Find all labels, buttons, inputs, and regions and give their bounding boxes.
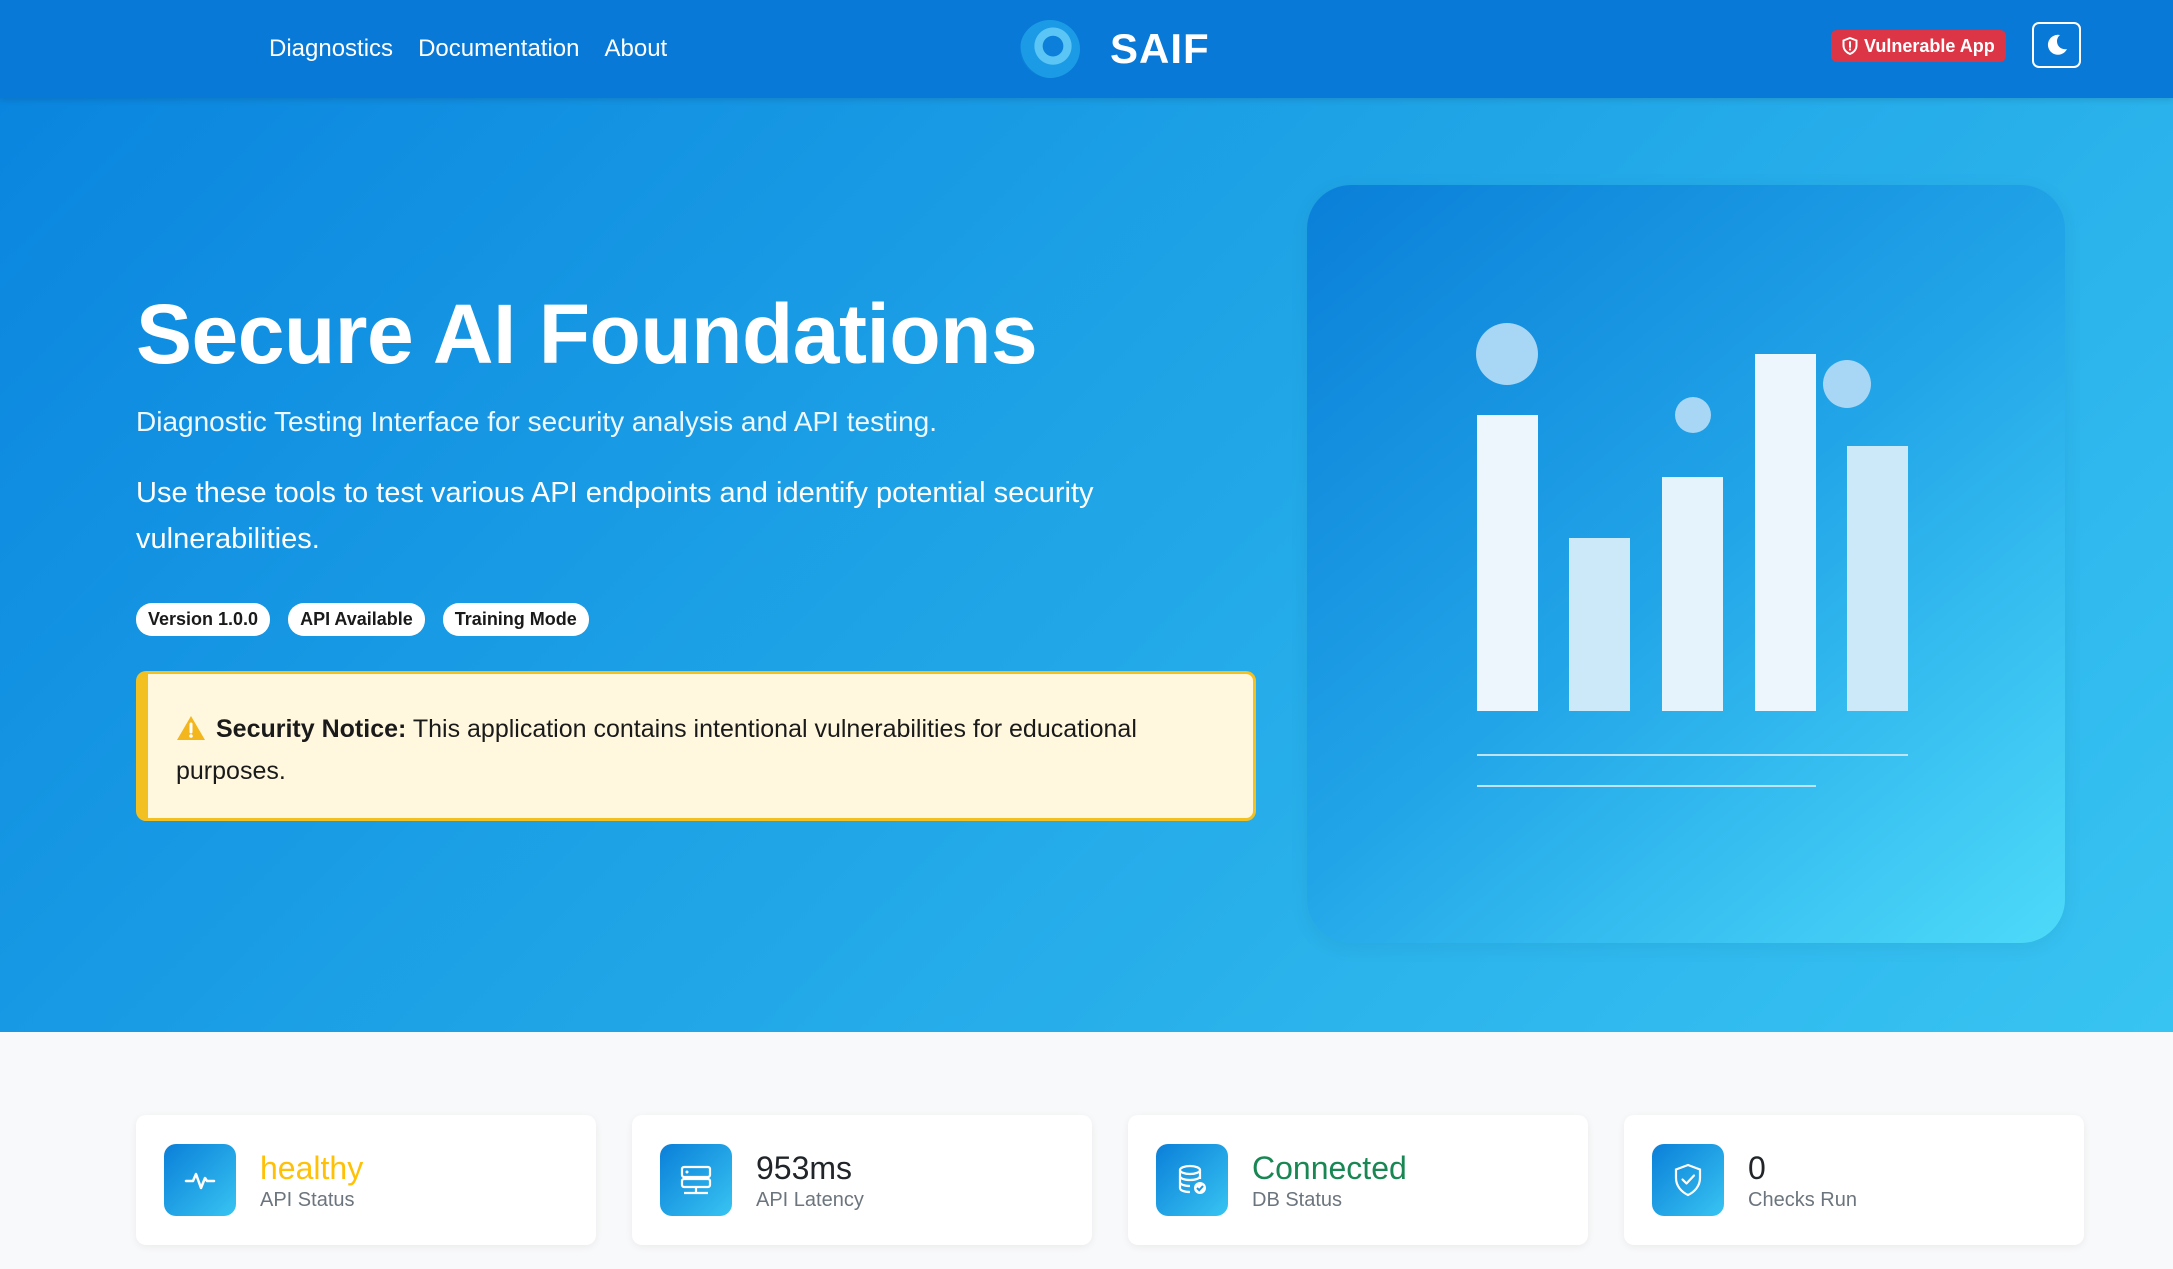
warning-icon	[177, 716, 205, 740]
bar-chart-illustration-icon	[1476, 323, 1908, 787]
shield-icon	[1842, 37, 1858, 55]
moon-icon	[2047, 34, 2067, 55]
checks-run-label: Checks Run	[1748, 1188, 1857, 1211]
vulnerable-app-label: Vulnerable App	[1864, 35, 1995, 56]
activity-icon	[164, 1144, 236, 1216]
stat-card-checks-run: 0 Checks Run	[1624, 1115, 2084, 1245]
brand[interactable]: SAIF	[1020, 14, 1210, 84]
hero-title: Secure AI Foundations	[136, 287, 1038, 381]
shield-check-icon	[1652, 1144, 1724, 1216]
nav-link-diagnostics[interactable]: Diagnostics	[269, 35, 393, 63]
api-status-value: healthy	[260, 1149, 364, 1186]
stats-row: healthy API Status 953ms API Latency Con…	[136, 1115, 2084, 1245]
navbar: Diagnostics Documentation About SAIF Vul…	[0, 0, 2173, 98]
api-status-label: API Status	[260, 1188, 355, 1211]
stat-card-api-latency: 953ms API Latency	[632, 1115, 1092, 1245]
db-status-label: DB Status	[1252, 1188, 1343, 1211]
database-icon	[1156, 1144, 1228, 1216]
hero-section: Secure AI Foundations Diagnostic Testing…	[0, 98, 2173, 1032]
stat-card-db-status: Connected DB Status	[1128, 1115, 1588, 1245]
nav-links: Diagnostics Documentation About	[269, 0, 667, 98]
vulnerable-app-badge: Vulnerable App	[1831, 30, 2006, 62]
api-available-badge: API Available	[288, 603, 425, 636]
db-status-value: Connected	[1252, 1149, 1407, 1186]
checks-run-value: 0	[1748, 1149, 1766, 1186]
hero-badges: Version 1.0.0 API Available Training Mod…	[136, 603, 589, 636]
brand-logo-icon	[1020, 20, 1080, 78]
brand-name: SAIF	[1110, 25, 1210, 72]
nav-link-documentation[interactable]: Documentation	[418, 35, 579, 63]
security-notice-label: Security Notice:	[216, 715, 407, 743]
hero-subtitle: Diagnostic Testing Interface for securit…	[136, 406, 938, 437]
security-notice: Security Notice: This application contai…	[136, 671, 1256, 821]
hero-description: Use these tools to test various API endp…	[136, 477, 1094, 555]
training-mode-badge: Training Mode	[442, 603, 589, 636]
stat-card-api-status: healthy API Status	[136, 1115, 596, 1245]
hero-illustration	[1307, 185, 2065, 943]
nav-link-about[interactable]: About	[605, 35, 668, 63]
theme-toggle-button[interactable]	[2032, 22, 2081, 68]
version-badge: Version 1.0.0	[136, 603, 271, 636]
api-latency-label: API Latency	[756, 1188, 864, 1211]
api-latency-value: 953ms	[756, 1149, 853, 1186]
server-icon	[660, 1144, 732, 1216]
